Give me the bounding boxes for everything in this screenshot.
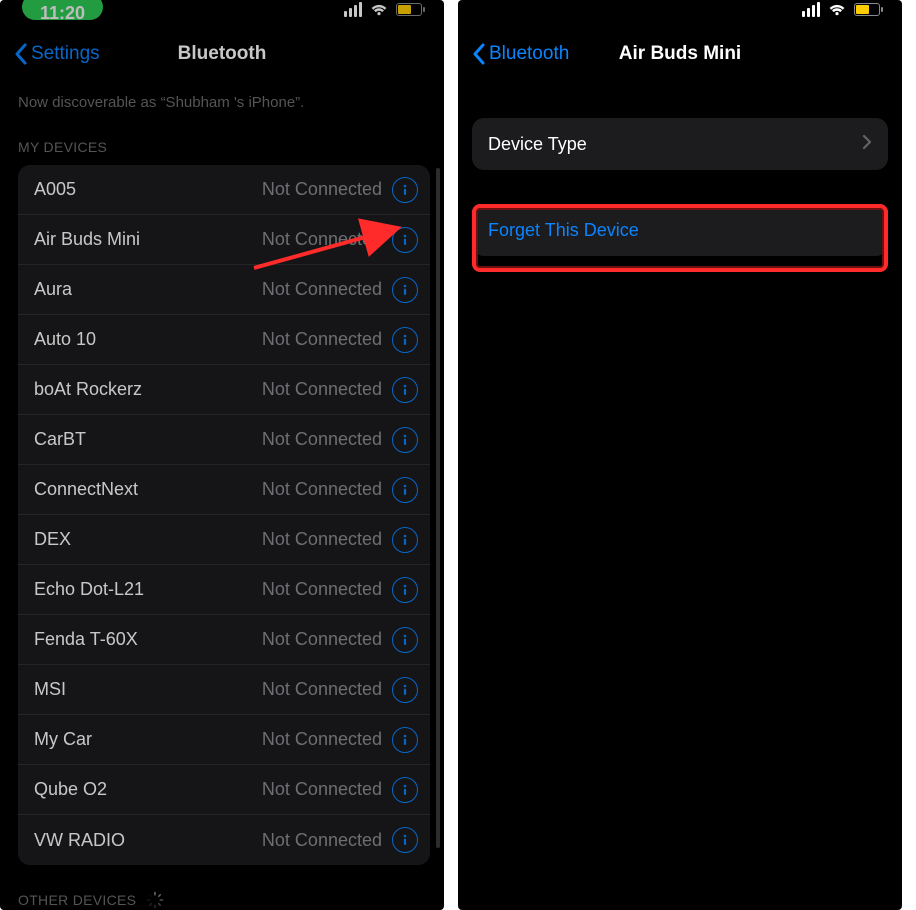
info-icon[interactable] <box>392 627 418 653</box>
back-label: Bluetooth <box>489 43 569 65</box>
back-button[interactable]: Settings <box>14 43 100 65</box>
info-icon[interactable] <box>392 827 418 853</box>
status-time-pill: 11:20 <box>22 0 103 20</box>
info-icon[interactable] <box>392 177 418 203</box>
info-icon[interactable] <box>392 327 418 353</box>
device-status: Not Connected <box>262 279 382 300</box>
forget-device-button[interactable]: Forget This Device <box>472 204 888 256</box>
battery-icon <box>854 3 880 16</box>
device-row[interactable]: A005 Not Connected <box>18 165 430 215</box>
nav-header: Settings Bluetooth <box>0 30 444 78</box>
status-icons <box>344 2 422 17</box>
device-name: MSI <box>34 679 262 700</box>
forget-device-label: Forget This Device <box>488 220 872 241</box>
device-name: Fenda T-60X <box>34 629 262 650</box>
device-status: Not Connected <box>262 329 382 350</box>
device-row[interactable]: DEX Not Connected <box>18 515 430 565</box>
device-type-label: Device Type <box>488 134 862 155</box>
device-name: VW RADIO <box>34 830 262 851</box>
info-icon[interactable] <box>392 677 418 703</box>
info-icon[interactable] <box>392 427 418 453</box>
device-status: Not Connected <box>262 779 382 800</box>
device-status: Not Connected <box>262 679 382 700</box>
device-row[interactable]: Aura Not Connected <box>18 265 430 315</box>
device-name: Aura <box>34 279 262 300</box>
device-status: Not Connected <box>262 429 382 450</box>
device-row[interactable]: Fenda T-60X Not Connected <box>18 615 430 665</box>
chevron-left-icon <box>14 43 27 65</box>
nav-header: Bluetooth Air Buds Mini <box>458 30 902 78</box>
back-label: Settings <box>31 43 100 65</box>
device-name: Echo Dot-L21 <box>34 579 262 600</box>
device-row[interactable]: Air Buds Mini Not Connected <box>18 215 430 265</box>
device-status: Not Connected <box>262 629 382 650</box>
forget-device-group: Forget This Device <box>472 204 888 256</box>
device-name: Qube O2 <box>34 779 262 800</box>
device-row[interactable]: VW RADIO Not Connected <box>18 815 430 865</box>
scroll-indicator[interactable] <box>436 168 440 848</box>
status-bar: 11:20 <box>0 0 444 30</box>
chevron-left-icon <box>472 43 485 65</box>
info-icon[interactable] <box>392 727 418 753</box>
device-row[interactable]: boAt Rockerz Not Connected <box>18 365 430 415</box>
back-button[interactable]: Bluetooth <box>472 43 569 65</box>
device-name: A005 <box>34 179 262 200</box>
device-name: Air Buds Mini <box>34 229 262 250</box>
device-type-group: Device Type <box>472 118 888 170</box>
device-row[interactable]: Qube O2 Not Connected <box>18 765 430 815</box>
device-status: Not Connected <box>262 229 382 250</box>
cellular-signal-icon <box>802 2 820 17</box>
info-icon[interactable] <box>392 477 418 503</box>
device-status: Not Connected <box>262 529 382 550</box>
device-row[interactable]: MSI Not Connected <box>18 665 430 715</box>
device-status: Not Connected <box>262 479 382 500</box>
wifi-icon <box>828 3 846 16</box>
device-name: Auto 10 <box>34 329 262 350</box>
device-row[interactable]: Echo Dot-L21 Not Connected <box>18 565 430 615</box>
screen-bluetooth-list: 11:20 Settings Bluetooth Now discoverabl… <box>0 0 444 910</box>
screen-device-detail: 11:20 Bluetooth Air Buds Mini Device Typ… <box>458 0 902 910</box>
device-status: Not Connected <box>262 179 382 200</box>
device-status: Not Connected <box>262 729 382 750</box>
device-name: My Car <box>34 729 262 750</box>
device-row[interactable]: Auto 10 Not Connected <box>18 315 430 365</box>
device-row[interactable]: ConnectNext Not Connected <box>18 465 430 515</box>
info-icon[interactable] <box>392 527 418 553</box>
info-icon[interactable] <box>392 277 418 303</box>
info-icon[interactable] <box>392 227 418 253</box>
wifi-icon <box>370 3 388 16</box>
device-name: DEX <box>34 529 262 550</box>
device-status: Not Connected <box>262 830 382 851</box>
spinner-icon <box>146 891 164 909</box>
device-list: A005 Not Connected Air Buds Mini Not Con… <box>18 165 430 865</box>
device-row[interactable]: My Car Not Connected <box>18 715 430 765</box>
info-icon[interactable] <box>392 777 418 803</box>
section-other-devices-label: OTHER DEVICES <box>0 865 444 910</box>
device-status: Not Connected <box>262 579 382 600</box>
device-name: boAt Rockerz <box>34 379 262 400</box>
device-name: CarBT <box>34 429 262 450</box>
section-my-devices-label: MY DEVICES <box>0 117 444 165</box>
device-name: ConnectNext <box>34 479 262 500</box>
device-row[interactable]: CarBT Not Connected <box>18 415 430 465</box>
info-icon[interactable] <box>392 577 418 603</box>
status-icons <box>802 2 880 17</box>
info-icon[interactable] <box>392 377 418 403</box>
battery-icon <box>396 3 422 16</box>
chevron-right-icon <box>862 134 872 155</box>
device-type-row[interactable]: Device Type <box>472 118 888 170</box>
discoverable-text: Now discoverable as “Shubham 's iPhone”. <box>0 78 444 117</box>
device-status: Not Connected <box>262 379 382 400</box>
status-bar: 11:20 <box>458 0 902 30</box>
cellular-signal-icon <box>344 2 362 17</box>
